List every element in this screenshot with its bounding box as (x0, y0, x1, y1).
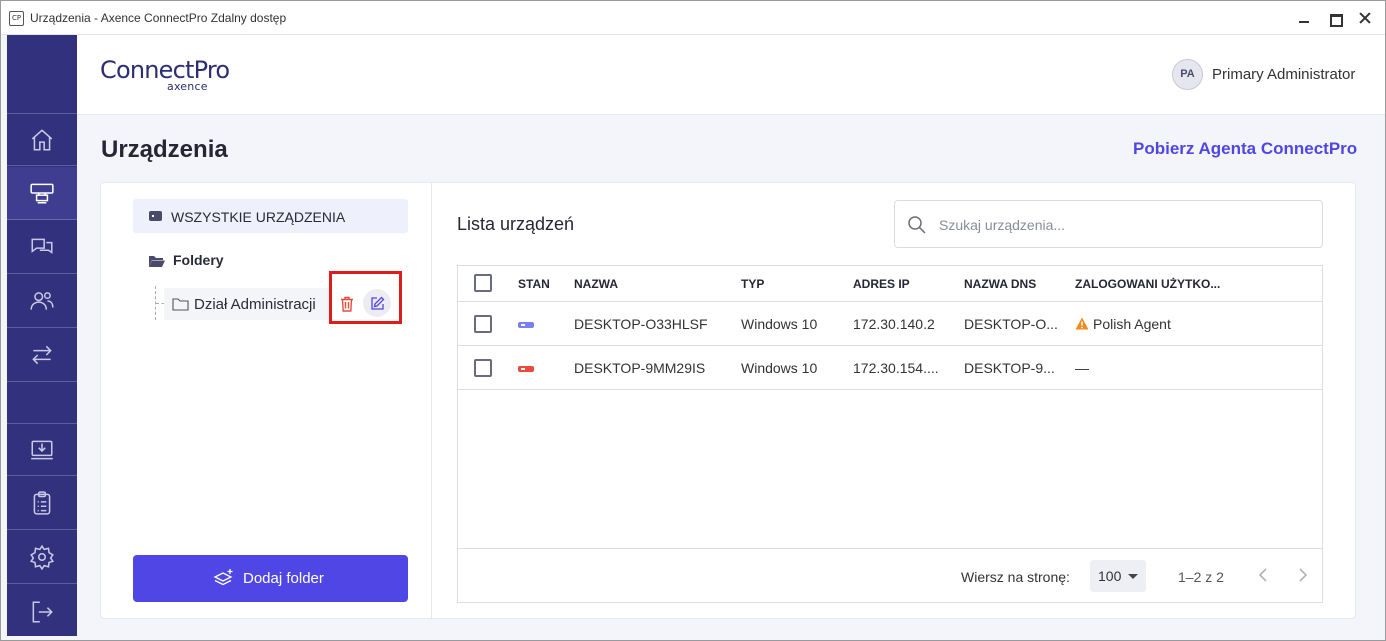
search-box[interactable] (894, 200, 1323, 248)
close-button[interactable] (1355, 9, 1375, 27)
sidebar-item-chat[interactable] (7, 221, 77, 274)
folder-icon (172, 298, 189, 311)
devices-table: STAN NAZWA TYP ADRES IP NAZWA DNS ZALOGO… (457, 265, 1323, 603)
column-header-typ[interactable]: TYP (741, 277, 764, 291)
sidebar-item-download[interactable] (7, 423, 77, 476)
device-users: — (1075, 360, 1089, 376)
device-type: Windows 10 (741, 316, 818, 332)
column-header-zalogowani[interactable]: ZALOGOWANI UŻYTKO... (1075, 277, 1220, 291)
device-list-title: Lista urządzeń (457, 214, 575, 234)
clipboard-icon (33, 491, 51, 515)
search-input[interactable] (939, 214, 1309, 236)
avatar[interactable]: PA (1172, 59, 1203, 90)
sidebar-item-home[interactable] (7, 113, 77, 166)
logged-user-label: Polish Agent (1093, 316, 1171, 332)
page-range: 1–2 z 2 (1178, 569, 1224, 585)
home-icon (31, 128, 53, 151)
select-all-checkbox[interactable] (474, 274, 492, 292)
table-row[interactable]: DESKTOP-9MM29IS Windows 10 172.30.154...… (458, 346, 1322, 390)
add-folder-label: Dodaj folder (243, 570, 324, 587)
device-ip: 172.30.154.... (853, 360, 939, 376)
device-dns: DESKTOP-O... (964, 316, 1058, 332)
device-name: DESKTOP-O33HLSF (574, 316, 708, 332)
folder-open-icon (149, 256, 165, 267)
maximize-button[interactable] (1325, 9, 1345, 27)
title-bar: CP Urządzenia - Axence ConnectPro Zdalny… (1, 1, 1385, 35)
chevron-down-icon (1128, 574, 1138, 579)
previous-page-button[interactable] (1254, 565, 1274, 585)
device-type: Windows 10 (741, 360, 818, 376)
all-devices-item[interactable]: WSZYSTKIE URZĄDZENIA (133, 199, 408, 233)
rows-per-page-value: 100 (1098, 568, 1122, 584)
window-title: Urządzenia - Axence ConnectPro Zdalny do… (30, 11, 287, 25)
app-header: ConnectPro axence PA Primary Administrat… (77, 35, 1385, 115)
column-header-nazwa-dns[interactable]: NAZWA DNS (964, 277, 1036, 291)
devices-icon (30, 183, 54, 204)
settings-icon (29, 544, 55, 570)
device-ip: 172.30.140.2 (853, 316, 935, 332)
row-checkbox[interactable] (474, 315, 492, 333)
device-dns: DESKTOP-9... (964, 360, 1055, 376)
connectpro-logo: ConnectPro (100, 56, 230, 84)
column-header-nazwa[interactable]: NAZWA (574, 277, 618, 291)
search-icon (908, 216, 926, 234)
next-page-button[interactable] (1292, 565, 1312, 585)
users-icon (30, 292, 54, 310)
sidebar-item-tasks[interactable] (7, 477, 77, 530)
column-header-adres-ip[interactable]: ADRES IP (853, 277, 910, 291)
sidebar-item-devices[interactable] (7, 167, 77, 220)
rows-per-page-label: Wiersz na stronę: (961, 569, 1070, 585)
row-checkbox[interactable] (474, 359, 492, 377)
user-name[interactable]: Primary Administrator (1212, 66, 1355, 83)
folders-label: Foldery (173, 252, 224, 268)
all-devices-label: WSZYSTKIE URZĄDZENIA (171, 209, 346, 225)
rows-per-page-select[interactable]: 100 (1090, 560, 1146, 592)
axence-logo: axence (167, 80, 208, 93)
page-title: Urządzenia (101, 136, 228, 163)
sidebar (7, 35, 77, 636)
sidebar-item-transfer[interactable] (7, 329, 77, 382)
folder-label: Dział Administracji (194, 296, 316, 313)
logout-icon (32, 600, 53, 623)
warning-icon (1075, 317, 1089, 330)
app-icon: CP (9, 11, 24, 26)
chat-icon (31, 238, 53, 254)
table-header: STAN NAZWA TYP ADRES IP NAZWA DNS ZALOGO… (458, 266, 1322, 302)
highlight-box (329, 271, 402, 324)
folder-item-dzial-administracji[interactable]: Dział Administracji (164, 288, 329, 320)
status-online-icon (518, 322, 534, 328)
table-row[interactable]: DESKTOP-O33HLSF Windows 10 172.30.140.2 … (458, 302, 1322, 346)
device-users: Polish Agent (1075, 316, 1171, 332)
status-offline-icon (518, 366, 534, 372)
add-folder-button[interactable]: Dodaj folder (133, 555, 408, 602)
minimize-button[interactable] (1294, 9, 1314, 27)
sidebar-item-settings[interactable] (7, 531, 77, 584)
download-icon (31, 440, 53, 459)
card-divider (431, 183, 432, 618)
device-name: DESKTOP-9MM29IS (574, 360, 706, 376)
transfer-icon (32, 345, 52, 365)
devices-group-icon (149, 211, 162, 221)
sidebar-item-users[interactable] (7, 275, 77, 328)
table-pagination: Wiersz na stronę: 100 1–2 z 2 (458, 548, 1322, 602)
add-layers-icon (213, 569, 233, 586)
sidebar-item-logout[interactable] (7, 585, 77, 638)
download-agent-link[interactable]: Pobierz Agenta ConnectPro (1133, 139, 1357, 159)
column-header-stan[interactable]: STAN (518, 277, 550, 291)
